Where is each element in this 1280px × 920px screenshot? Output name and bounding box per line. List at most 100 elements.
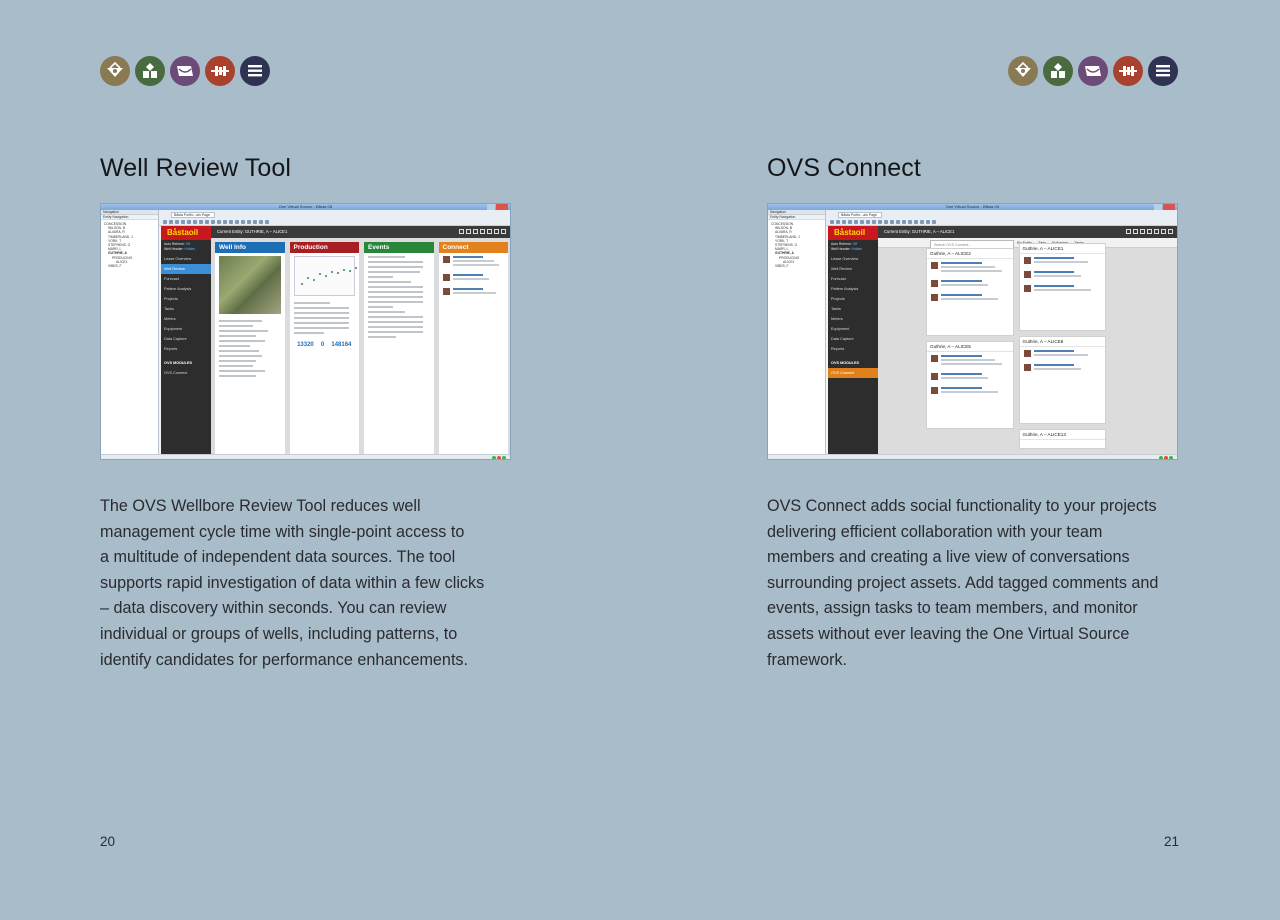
app-sidebar: Båstaoil Auto Refresh: Off Well Header: … xyxy=(828,226,878,456)
menu-item: Meters xyxy=(831,317,843,321)
menu-item-active: OVS Connect xyxy=(828,368,878,378)
wall-card: Guthrie, A – ALICE8 xyxy=(1018,336,1106,424)
page-number: 21 xyxy=(1164,834,1180,849)
menu-item-active: Well Review xyxy=(161,264,211,274)
comment-post xyxy=(927,277,1013,291)
avatar xyxy=(931,280,938,287)
menu-item: Projects xyxy=(164,297,178,301)
comment-post xyxy=(1020,361,1106,375)
avatar xyxy=(1023,364,1031,371)
entity-tree: CONCESSION WILSON, B ALVARA, R TIMBERLAN… xyxy=(768,220,825,270)
comment-post xyxy=(439,271,509,285)
category-icon-row xyxy=(1008,56,1178,86)
wall-cards: Guthrie, A – ALICE2 Guthrie, A – ALICE5 xyxy=(926,243,1106,449)
body-line: individual or groups of wells, including… xyxy=(100,624,458,643)
avatar xyxy=(442,274,450,281)
avatar xyxy=(1023,257,1031,264)
facility-icon xyxy=(135,56,165,86)
pipeline-icon xyxy=(1113,56,1143,86)
ovs-connect-screenshot: One Virtual Source - Båsta Oil Båsta Por… xyxy=(767,203,1178,460)
well-attributes xyxy=(215,317,285,383)
avatar xyxy=(931,387,938,394)
menu-item: Lease Overview xyxy=(831,257,859,261)
well-info-panel: Well Info xyxy=(215,242,285,454)
events-list xyxy=(364,253,434,344)
connect-panel: Connect xyxy=(438,242,509,454)
card-title: Guthrie, A – ALICE8 xyxy=(1019,337,1105,347)
menu-item: Data Capture xyxy=(164,337,187,341)
satellite-map xyxy=(219,256,281,314)
pipeline-icon xyxy=(205,56,235,86)
comment-post xyxy=(927,259,1013,277)
sidebar-menu: Lease Overview Well Review Forecast Patt… xyxy=(161,254,211,378)
page-title: Well Review Tool xyxy=(100,154,292,182)
menu-item: Equipment xyxy=(164,327,183,331)
document-icon xyxy=(1078,56,1108,86)
main-content: Current Entity: GUTHRIE, A – ALICE1 Well… xyxy=(211,226,510,456)
layers-icon xyxy=(240,56,270,86)
tree-item: VIBES, F xyxy=(775,264,789,269)
browser-tab: Båsta Portfo...ain Page xyxy=(838,212,882,218)
navigation-panel: Navigation Entity Navigation CONCESSION … xyxy=(101,210,159,456)
panel-title: Events xyxy=(364,242,434,253)
menu-item: Well Review xyxy=(831,267,852,271)
panel-row: Well Info Production 13320 0 148164 Even… xyxy=(215,242,508,454)
events-panel: Events xyxy=(364,242,434,454)
menu-item: Data Capture xyxy=(831,337,854,341)
comment-post xyxy=(927,370,1013,384)
menu-item: Reports xyxy=(831,347,845,351)
left-column: Guthrie, A – ALICE2 Guthrie, A – ALICE5 xyxy=(926,248,1014,449)
body-paragraph: The OVS Wellbore Review Tool reduces wel… xyxy=(100,494,510,673)
body-line: management cycle time with single-point … xyxy=(100,522,465,541)
toolbar-icons xyxy=(163,220,269,224)
entity-toolbar-icons xyxy=(459,229,506,234)
body-line: members and creating a live view of conv… xyxy=(767,548,1130,567)
document-icon xyxy=(170,56,200,86)
body-paragraph: OVS Connect adds social functionality to… xyxy=(767,494,1177,673)
drilling-rig-icon xyxy=(1008,56,1038,86)
avatar xyxy=(442,256,450,263)
card-title: Guthrie, A – ALICE2 xyxy=(927,249,1013,259)
menu-item: Equipment xyxy=(831,327,850,331)
left-page: Well Review Tool One Virtual Source - Bå… xyxy=(0,0,640,920)
oil-cum: 13320 xyxy=(297,342,314,348)
body-line: – data discovery within seconds. You can… xyxy=(100,599,447,618)
comment-post xyxy=(439,285,509,299)
right-page: OVS Connect One Virtual Source - Båsta O… xyxy=(640,0,1280,920)
avatar xyxy=(931,294,938,301)
panel-title: Well Info xyxy=(215,242,285,253)
status-indicators xyxy=(1159,456,1173,459)
well-header-toggle: Well Header: Hidden xyxy=(164,247,196,251)
comment-post xyxy=(1020,268,1106,282)
body-line: a multitude of independent data sources.… xyxy=(100,548,456,567)
avatar xyxy=(1023,350,1031,357)
comment-post xyxy=(439,253,509,271)
gas-cum: 0 xyxy=(320,342,325,348)
body-line: OVS Connect adds social functionality to… xyxy=(767,497,1157,515)
body-line: delivering efficient collaboration with … xyxy=(767,522,1103,541)
wall-card: Guthrie, A – ALICE13 xyxy=(1018,429,1106,449)
main-content: Current Entity: GUTHRIE, A – ALICE1 Wall… xyxy=(878,226,1177,456)
avatar xyxy=(1023,271,1031,278)
layers-icon xyxy=(1148,56,1178,86)
entity-bar: Current Entity: GUTHRIE, A – ALICE1 xyxy=(878,226,1177,238)
category-icon-row xyxy=(100,56,270,86)
sidebar-meta: Auto Refresh: Off Well Header: Hidden xyxy=(161,240,211,254)
well-review-screenshot: One Virtual Source - Båsta Oil Båsta Por… xyxy=(100,203,511,460)
comment-post xyxy=(927,384,1013,398)
menu-item: Meters xyxy=(164,317,176,321)
wall-card: Guthrie, A – ALICE1 xyxy=(1018,243,1106,331)
avatar xyxy=(1023,285,1031,292)
body-line: supports rapid investigation of data wit… xyxy=(100,573,485,592)
navigation-panel: Navigation Entity Navigation CONCESSION … xyxy=(768,210,826,456)
card-title: Guthrie, A – ALICE13 xyxy=(1019,430,1105,440)
modules-heading: OVS MODULES xyxy=(164,361,193,365)
entity-toolbar-icons xyxy=(1126,229,1173,234)
panel-title: Connect xyxy=(438,242,508,253)
well-test-chart xyxy=(293,256,357,296)
brand-logo: Båstaoil xyxy=(828,226,878,240)
app-toolbar: Båsta Portfo...ain Page xyxy=(101,210,510,226)
menu-item: Lease Overview xyxy=(164,257,192,261)
right-column: Guthrie, A – ALICE1 Guthrie, A – ALICE8 … xyxy=(1018,243,1106,449)
body-line: events, assign tasks to team members, an… xyxy=(767,599,1138,618)
